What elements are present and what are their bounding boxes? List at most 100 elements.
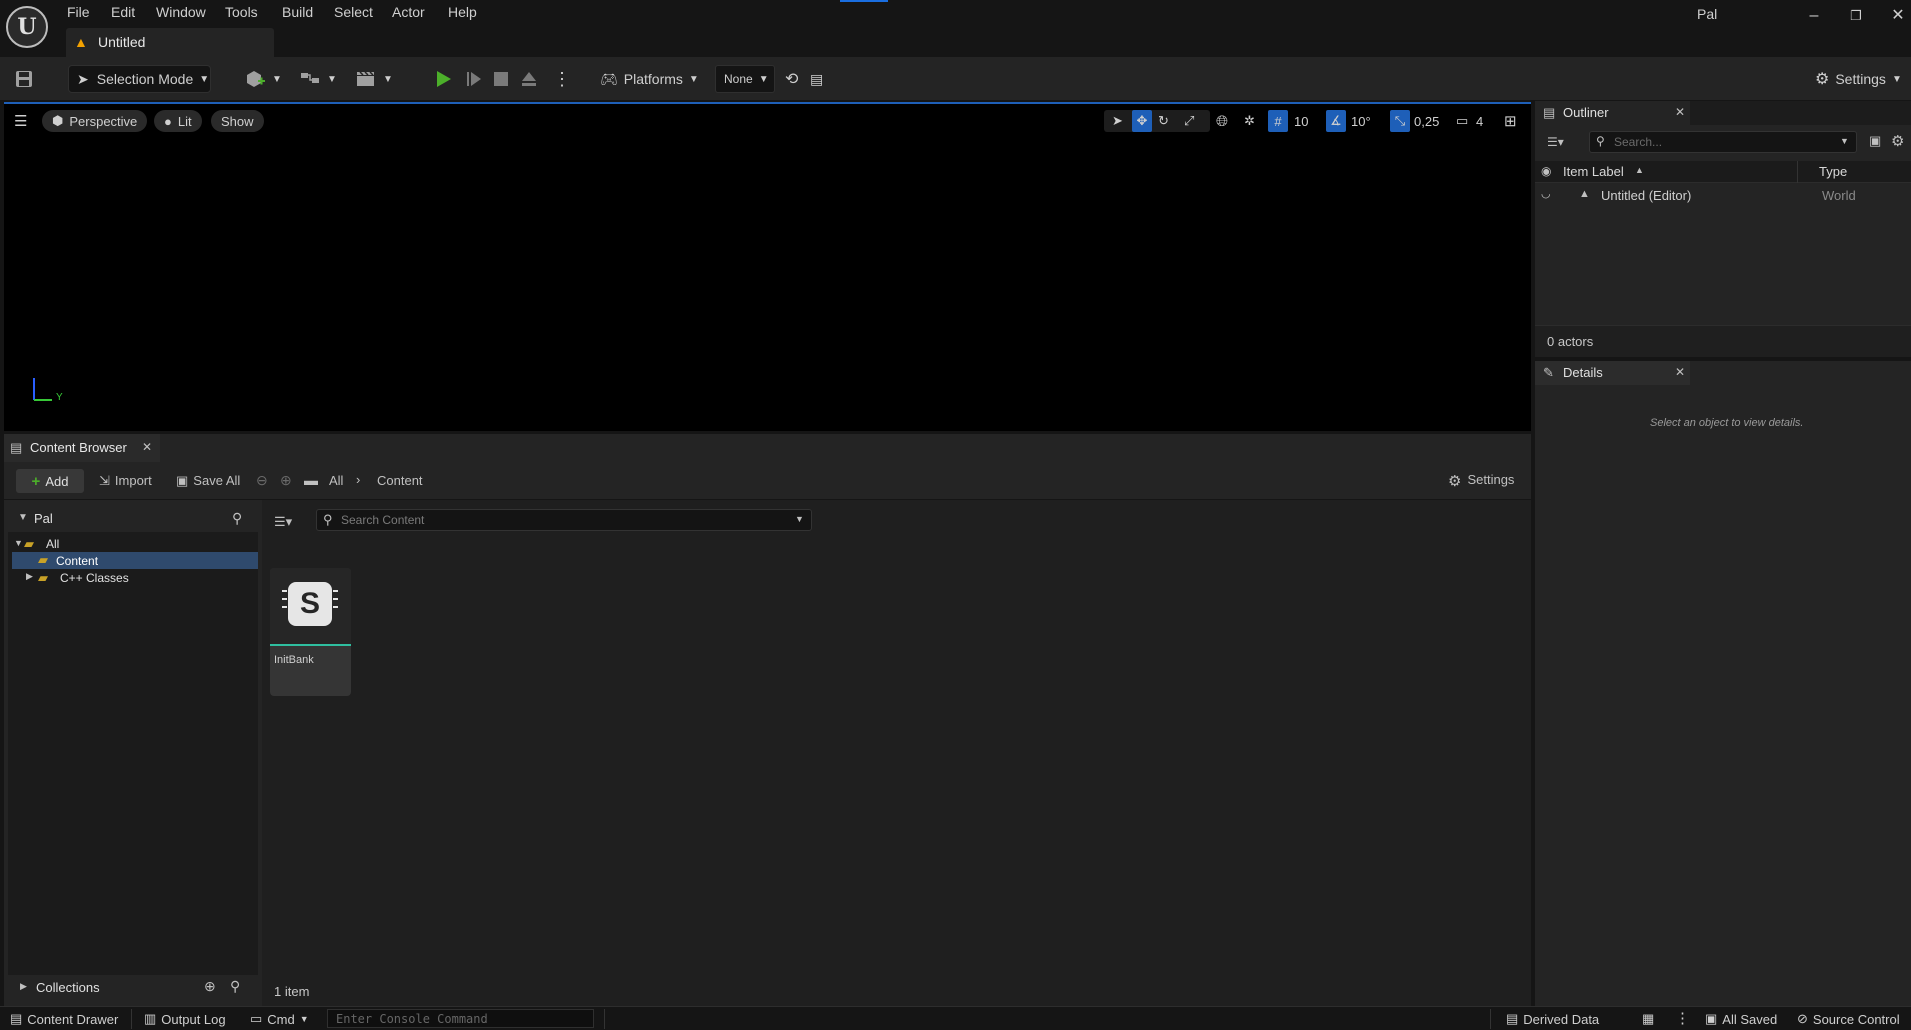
rotation-snap-value[interactable]: 10° <box>1351 110 1371 132</box>
back-icon[interactable]: ⊖ <box>256 472 268 489</box>
content-browser-tab[interactable]: ▤ Content Browser ✕ <box>4 434 160 462</box>
more-options-icon[interactable]: ⋮ <box>1675 1009 1690 1027</box>
details-tab[interactable]: ✎ Details ✕ <box>1535 361 1690 385</box>
perspective-button[interactable]: ⬢ Perspective <box>42 110 148 132</box>
level-viewport[interactable]: ☰ ⬢ Perspective ● Lit Show ➤ ✥ ↻ ⤢ 🌐︎ ✲ … <box>4 102 1531 431</box>
add-button[interactable]: + Add <box>16 469 84 493</box>
world-coordinates-icon[interactable]: 🌐︎ <box>1216 110 1228 132</box>
cb-settings-button[interactable]: ⚙ Settings <box>1448 472 1514 490</box>
tree-item-all[interactable]: ▼ ▰ All <box>8 536 258 552</box>
blueprints-button[interactable]: ▼ <box>299 65 337 93</box>
content-drawer-button[interactable]: ▤ Content Drawer <box>10 1011 118 1027</box>
none-dropdown[interactable]: None ▼ <box>715 65 775 93</box>
lit-button[interactable]: ● Lit <box>154 110 202 132</box>
source-control-button[interactable]: ⊘ Source Control <box>1797 1011 1900 1027</box>
all-saved-icon: ▣ <box>1705 1011 1718 1026</box>
outliner-search-placeholder: Search... <box>1614 135 1663 149</box>
menu-actor[interactable]: Actor <box>392 0 425 24</box>
close-tab-icon[interactable]: ✕ <box>1675 105 1685 119</box>
close-tab-icon[interactable]: ✕ <box>142 440 152 454</box>
expand-right-icon[interactable]: ▶ <box>26 571 33 582</box>
selection-mode-dropdown[interactable]: ➤ Selection Mode ▼ <box>68 65 211 93</box>
restore-icon[interactable]: ❐ <box>1838 4 1874 28</box>
camera-speed-value[interactable]: 4 <box>1476 110 1483 132</box>
menu-file[interactable]: File <box>67 0 90 24</box>
scale-tool-icon[interactable]: ⤢ <box>1184 110 1194 132</box>
settings-button[interactable]: ⚙ Settings ▼ <box>1815 65 1902 93</box>
platforms-dropdown[interactable]: 🎮︎ Platforms ▼ <box>600 65 699 93</box>
play-button[interactable] <box>434 65 452 93</box>
breadcrumb-content[interactable]: Content <box>377 473 423 488</box>
show-button[interactable]: Show <box>211 110 264 132</box>
menu-window[interactable]: Window <box>156 0 206 24</box>
grid-snap-icon[interactable]: # <box>1268 110 1288 132</box>
filter-icon[interactable]: ☰▾ <box>1547 135 1564 149</box>
cmd-dropdown[interactable]: ▭ Cmd ▼ <box>250 1011 309 1027</box>
add-folder-icon[interactable]: ▣ <box>1869 133 1881 149</box>
translate-tool-icon[interactable]: ✥ <box>1132 110 1152 132</box>
revision-control-icon[interactable]: ⟲ <box>785 65 798 93</box>
content-search-input[interactable]: ⚲ Search Content ▼ <box>316 509 812 531</box>
grid-snap-value[interactable]: 10 <box>1294 110 1308 132</box>
rotation-snap-icon[interactable]: ∡ <box>1326 110 1346 132</box>
item-label-header[interactable]: Item Label <box>1563 164 1624 179</box>
save-all-button[interactable]: ▣ Save All <box>176 473 240 489</box>
hamburger-menu-icon[interactable]: ☰ <box>14 110 27 132</box>
import-button[interactable]: ⇲ Import <box>99 473 152 489</box>
visibility-eye-icon[interactable]: ◉ <box>1541 164 1551 178</box>
viewport-layout-icon[interactable]: ⊞ <box>1504 110 1517 132</box>
close-tab-icon[interactable]: ✕ <box>1675 365 1685 379</box>
outliner-settings-icon[interactable]: ⚙ <box>1891 132 1904 150</box>
close-icon[interactable]: ✕ <box>1880 4 1911 28</box>
folder-icon[interactable]: ▬ <box>304 472 318 488</box>
tree-item-cpp-classes[interactable]: ▶ ▰ C++ Classes <box>8 570 258 586</box>
outliner-tab[interactable]: ▤ Outliner ✕ <box>1535 101 1690 125</box>
minimize-icon[interactable]: – <box>1796 4 1832 28</box>
derived-data-button[interactable]: ▤ Derived Data <box>1506 1011 1599 1027</box>
expand-right-icon[interactable]: ▶ <box>20 981 27 992</box>
select-tool-icon[interactable]: ➤ <box>1112 110 1123 132</box>
save-icon[interactable] <box>14 65 34 93</box>
menu-build[interactable]: Build <box>282 0 313 24</box>
all-saved-button[interactable]: ▣ All Saved <box>1705 1011 1777 1027</box>
menu-edit[interactable]: Edit <box>111 0 135 24</box>
forward-icon[interactable]: ⊕ <box>280 472 292 489</box>
livecoding-icon[interactable]: ▤ <box>810 65 823 93</box>
sources-root-label[interactable]: Pal <box>34 511 53 526</box>
document-tab[interactable]: ▲ Untitled <box>66 28 274 57</box>
all-saved-label: All Saved <box>1722 1011 1778 1027</box>
scale-snap-value[interactable]: 0,25 <box>1414 110 1439 132</box>
eject-icon[interactable] <box>520 65 538 93</box>
stop-icon[interactable] <box>493 65 509 93</box>
add-collection-icon[interactable]: ⊕ <box>204 978 216 995</box>
rotate-tool-icon[interactable]: ↻ <box>1158 110 1169 132</box>
type-header[interactable]: Type <box>1819 164 1847 179</box>
scale-snap-icon[interactable]: ⤡ <box>1390 110 1410 132</box>
advance-frame-icon[interactable] <box>465 65 483 93</box>
outliner-search-input[interactable]: ⚲ Search... ▼ <box>1589 131 1857 153</box>
source-control-label: Source Control <box>1812 1011 1900 1027</box>
menu-tools[interactable]: Tools <box>225 0 258 24</box>
menu-select[interactable]: Select <box>334 0 373 24</box>
tree-item-content[interactable]: ▰ Content <box>12 552 258 569</box>
unreal-logo-icon[interactable]: U <box>6 6 48 48</box>
collections-label[interactable]: Collections <box>36 980 100 995</box>
add-actor-button[interactable]: ▼ <box>244 65 282 93</box>
expand-icon[interactable]: ▼ <box>14 538 23 548</box>
search-icon[interactable]: ⚲ <box>232 510 242 527</box>
asset-tile[interactable]: S InitBank <box>270 568 351 696</box>
play-options-icon[interactable]: ⋮ <box>553 65 571 93</box>
outliner-row[interactable]: ◡ ▲ Untitled (Editor) World <box>1535 185 1911 207</box>
console-input[interactable]: Enter Console Command <box>327 1009 594 1028</box>
collapse-icon[interactable]: ▼ <box>18 512 28 523</box>
menu-help[interactable]: Help <box>448 0 477 24</box>
search-icon[interactable]: ⚲ <box>230 978 240 995</box>
visibility-icon[interactable]: ◡ <box>1541 187 1551 200</box>
trace-icon[interactable]: ▦ <box>1642 1011 1654 1027</box>
output-log-button[interactable]: ▥ Output Log <box>144 1011 226 1027</box>
cinematics-button[interactable]: ▼ <box>355 65 393 93</box>
surface-snapping-icon[interactable]: ✲ <box>1244 110 1255 132</box>
camera-speed-icon[interactable]: ▭ <box>1456 110 1468 132</box>
breadcrumb-all[interactable]: All <box>329 473 343 488</box>
filter-icon[interactable]: ☰▾ <box>274 514 292 530</box>
